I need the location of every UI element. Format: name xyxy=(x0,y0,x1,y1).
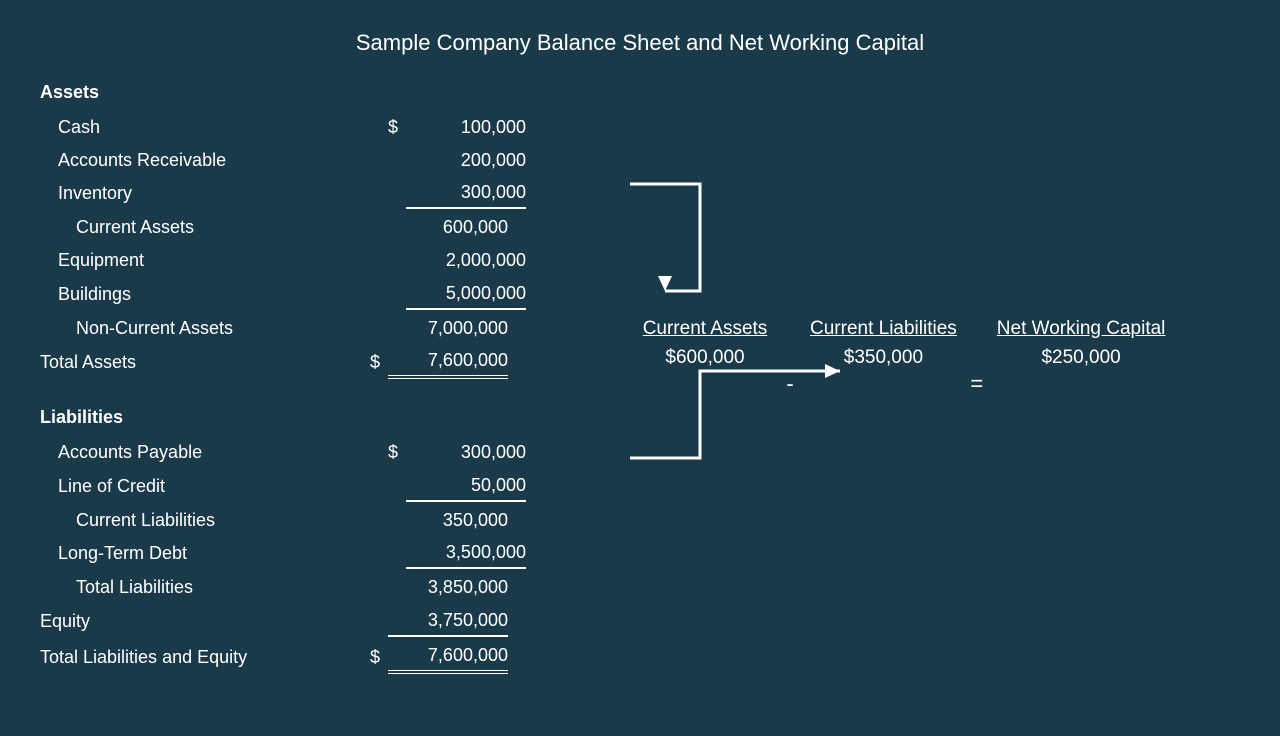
non-current-assets-row: Non-Current Assets 7,000,000 xyxy=(40,312,660,345)
accounts-payable-row: Accounts Payable $ 300,000 xyxy=(40,436,660,469)
balance-sheet: Assets Cash $ 100,000 Accounts Receivabl… xyxy=(40,76,660,676)
equipment-row: Equipment 2,000,000 xyxy=(40,244,660,277)
long-term-debt-row: Long-Term Debt 3,500,000 xyxy=(40,536,660,571)
net-working-capital-col: Net Working Capital $250,000 xyxy=(997,316,1166,369)
total-liabilities-equity-row: Total Liabilities and Equity $ 7,600,000 xyxy=(40,639,660,676)
assets-header: Assets xyxy=(40,76,660,111)
current-liabilities-nwc-col: Current Liabilities $350,000 xyxy=(810,316,957,369)
total-assets-row: Total Assets $ 7,600,000 xyxy=(40,344,660,381)
inventory-row: Inventory 300,000 xyxy=(40,176,660,211)
page-title: Sample Company Balance Sheet and Net Wor… xyxy=(0,0,1280,76)
liabilities-header: Liabilities xyxy=(40,401,660,436)
equals-operator: = xyxy=(957,371,997,397)
current-liabilities-row: Current Liabilities 350,000 xyxy=(40,504,660,537)
total-liabilities-row: Total Liabilities 3,850,000 xyxy=(40,571,660,604)
line-of-credit-row: Line of Credit 50,000 xyxy=(40,469,660,504)
cash-row: Cash $ 100,000 xyxy=(40,111,660,144)
current-assets-nwc-col: Current Assets $600,000 xyxy=(640,316,770,369)
current-assets-row: Current Assets 600,000 xyxy=(40,211,660,244)
buildings-row: Buildings 5,000,000 xyxy=(40,277,660,312)
equity-row: Equity 3,750,000 xyxy=(40,604,660,639)
nwc-diagram: Current Assets $600,000 - Current Liabil… xyxy=(590,76,1270,736)
accounts-receivable-row: Accounts Receivable 200,000 xyxy=(40,144,660,177)
minus-operator: - xyxy=(770,371,810,397)
